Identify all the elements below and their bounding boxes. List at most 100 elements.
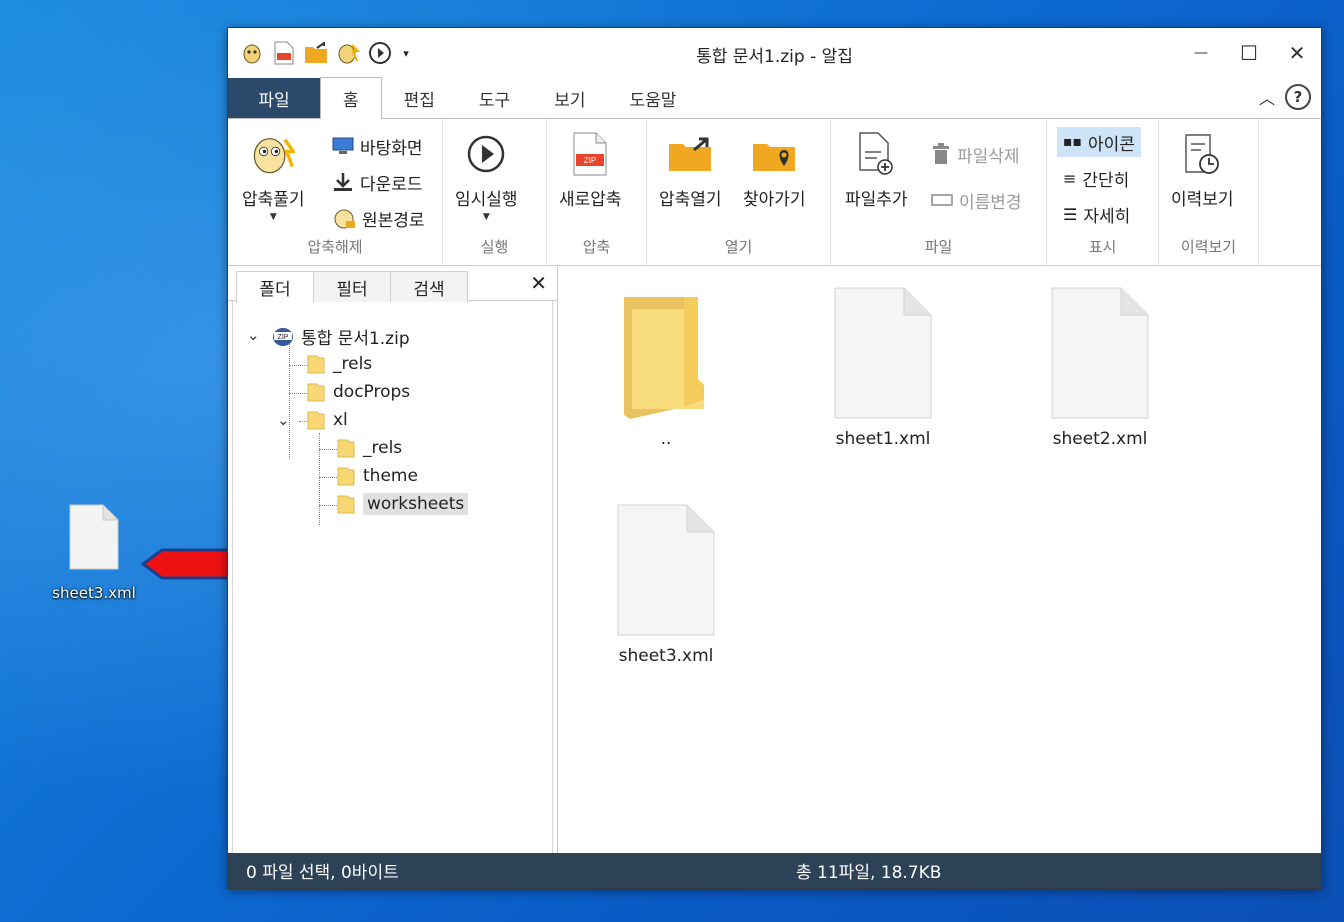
view-detail-label: 자세히: [1083, 206, 1131, 227]
trash-icon: [933, 143, 949, 164]
group-label-history: 이력보기: [1180, 238, 1237, 256]
folder-icon: [307, 411, 325, 430]
delete-file-button[interactable]: 파일삭제: [931, 139, 1020, 169]
play-icon[interactable]: [368, 41, 392, 65]
alzip-logo-icon[interactable]: [240, 41, 264, 65]
add-file-button[interactable]: 파일추가: [845, 131, 908, 210]
tree-item-rels[interactable]: _rels: [307, 351, 372, 377]
group-label-open: 열기: [724, 238, 753, 256]
tree-label: docProps: [333, 382, 411, 402]
tab-edit[interactable]: 편집: [382, 78, 457, 118]
tree-label: _rels: [363, 438, 403, 458]
open-archive-button[interactable]: 압축열기: [659, 131, 722, 210]
help-icon[interactable]: ?: [1285, 84, 1311, 110]
tree-item-docprops[interactable]: docProps: [307, 379, 410, 405]
extract-mascot-icon: [251, 131, 296, 177]
menubar-right: ︿ ?: [1259, 84, 1311, 110]
temp-run-button[interactable]: 임시실행 ▼: [455, 131, 518, 222]
group-label-run: 실행: [480, 238, 509, 256]
view-simple-button[interactable]: ≡ 간단히: [1063, 163, 1129, 193]
tree-label: xl: [333, 410, 348, 430]
tab-tools[interactable]: 도구: [457, 78, 532, 118]
history-icon: [1180, 131, 1224, 177]
tree-line: [319, 477, 337, 478]
tab-search[interactable]: 검색: [390, 271, 468, 302]
tree-line: [319, 449, 337, 450]
content-area: 폴더 필터 검색 ✕ ⌄ ZIP 통합 문서1.zip _rels docPro…: [228, 267, 1321, 861]
tree-line: [299, 421, 307, 422]
expand-xl-icon[interactable]: ⌄: [277, 411, 290, 429]
folder-icon: [624, 297, 704, 419]
folder-tree: ⌄ ZIP 통합 문서1.zip _rels docProps ⌄ xl _re…: [232, 301, 553, 861]
monitor-icon: [332, 137, 354, 154]
extract-downloads-label: 다운로드: [360, 174, 423, 195]
file-name: sheet2.xml: [1052, 429, 1148, 449]
new-zip-icon[interactable]: [272, 41, 296, 65]
view-icons-button[interactable]: ▪▪ 아이콘: [1057, 127, 1141, 157]
desktop-file-sheet3[interactable]: sheet3.xml: [44, 504, 144, 602]
file-list-pane: .. sheet1.xml sheet2.xml sheet3.xml: [558, 267, 1321, 853]
temp-run-dropdown-icon[interactable]: ▼: [483, 212, 490, 222]
locate-label: 찾아가기: [743, 190, 806, 210]
grid-icon: ▪▪: [1063, 134, 1082, 150]
extract-original-path-button[interactable]: 원본경로: [332, 203, 425, 233]
ribbon: 압축풀기 ▼ 바탕화면 다운로드 원본경로 압축해제 임시실행 ▼ 실행 ZIP…: [228, 118, 1321, 266]
extract-original-path-label: 원본경로: [362, 210, 425, 231]
document-icon: [69, 504, 119, 570]
file-item-sheet2[interactable]: sheet2.xml: [1030, 279, 1170, 449]
extract-button[interactable]: 압축풀기 ▼: [242, 131, 305, 222]
view-icons-label: 아이콘: [1087, 134, 1135, 155]
tab-view[interactable]: 보기: [532, 78, 607, 118]
rename-button[interactable]: 이름변경: [931, 185, 1022, 215]
tree-line: [289, 393, 307, 394]
extract-label: 압축풀기: [242, 190, 305, 210]
folder-panel: 폴더 필터 검색 ✕ ⌄ ZIP 통합 문서1.zip _rels docPro…: [228, 267, 558, 861]
history-button[interactable]: 이력보기: [1171, 131, 1234, 210]
tab-help[interactable]: 도움말: [607, 78, 698, 118]
view-detail-button[interactable]: ☰ 자세히: [1063, 199, 1130, 229]
collapse-ribbon-icon[interactable]: ︿: [1259, 85, 1275, 109]
add-file-label: 파일추가: [845, 190, 908, 210]
tab-file[interactable]: 파일: [228, 78, 320, 118]
file-item-parent[interactable]: ..: [596, 279, 736, 449]
extract-desktop-button[interactable]: 바탕화면: [332, 131, 423, 161]
new-compress-label: 새로압축: [559, 190, 622, 210]
minimize-button[interactable]: —: [1177, 28, 1225, 78]
extract-desktop-label: 바탕화면: [360, 138, 423, 159]
new-compress-button[interactable]: ZIP 새로압축: [559, 131, 622, 210]
extract-dropdown-icon[interactable]: ▼: [270, 212, 277, 222]
extract-icon[interactable]: [336, 41, 360, 65]
open-folder-icon[interactable]: [304, 41, 328, 65]
group-label-compress: 압축: [582, 238, 611, 256]
status-bar: 0 파일 선택, 0바이트 총 11파일, 18.7KB: [228, 853, 1321, 888]
tree-item-xl-rels[interactable]: _rels: [337, 435, 402, 461]
alzip-window: ▾ 통합 문서1.zip - 알집 — ☐ ✕ 파일 홈 편집 도구 보기 도움…: [227, 27, 1322, 889]
list-detail-icon: ☰: [1063, 204, 1078, 224]
file-item-sheet1[interactable]: sheet1.xml: [813, 279, 953, 449]
tab-filter[interactable]: 필터: [313, 271, 391, 302]
extract-downloads-button[interactable]: 다운로드: [332, 167, 423, 197]
folder-icon: [337, 439, 355, 458]
tree-item-xl[interactable]: xl: [307, 407, 348, 433]
locate-button[interactable]: 찾아가기: [743, 131, 806, 210]
tree-item-theme[interactable]: theme: [337, 463, 418, 489]
tree-line: [319, 433, 320, 525]
maximize-button[interactable]: ☐: [1225, 28, 1273, 78]
zip-mascot-icon: ZIP: [273, 328, 293, 346]
close-panel-button[interactable]: ✕: [530, 271, 547, 295]
tree-item-worksheets[interactable]: worksheets: [333, 491, 469, 517]
tab-folder[interactable]: 폴더: [236, 271, 314, 303]
customize-dropdown-icon[interactable]: ▾: [400, 41, 412, 65]
tab-home[interactable]: 홈: [320, 77, 382, 119]
status-total: 총 11파일, 18.7KB: [796, 863, 942, 883]
file-item-sheet3[interactable]: sheet3.xml: [596, 496, 736, 666]
tree-item-root[interactable]: ZIP 통합 문서1.zip: [271, 323, 410, 349]
title-bar: ▾ 통합 문서1.zip - 알집 — ☐ ✕: [228, 28, 1321, 78]
group-label-file: 파일: [924, 238, 953, 256]
tree-label: theme: [363, 466, 418, 486]
group-open: 압축열기 찾아가기 열기: [647, 119, 831, 265]
expand-root-icon[interactable]: ⌄: [247, 326, 260, 344]
open-archive-label: 압축열기: [659, 190, 722, 210]
tree-label: _rels: [333, 354, 373, 374]
close-button[interactable]: ✕: [1273, 28, 1321, 78]
